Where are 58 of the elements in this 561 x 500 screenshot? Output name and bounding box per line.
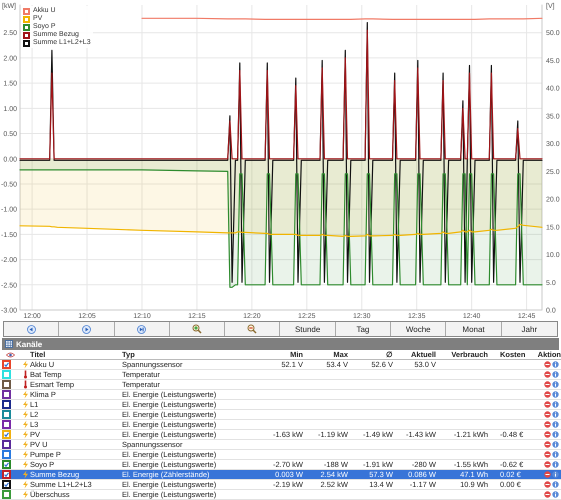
range-button[interactable]: Stunde	[280, 322, 336, 336]
checkbox[interactable]	[2, 440, 11, 449]
remove-icon[interactable]	[544, 441, 551, 448]
info-icon[interactable]	[552, 441, 559, 448]
info-icon[interactable]	[552, 371, 559, 378]
checkbox[interactable]	[2, 410, 11, 419]
checkbox[interactable]	[2, 480, 11, 489]
info-icon[interactable]	[552, 481, 559, 488]
forward-button[interactable]	[59, 322, 115, 336]
checkbox[interactable]	[2, 360, 11, 369]
info-icon[interactable]	[552, 431, 559, 438]
skip-end-icon	[137, 324, 146, 334]
info-icon[interactable]	[552, 391, 559, 398]
info-icon[interactable]	[552, 451, 559, 458]
lightning-icon	[22, 360, 28, 369]
table-icon	[5, 340, 13, 348]
remove-icon[interactable]	[544, 361, 551, 368]
panel-title: Kanäle	[16, 340, 42, 348]
remove-icon[interactable]	[544, 491, 551, 498]
checkbox[interactable]	[2, 400, 11, 409]
remove-icon[interactable]	[544, 481, 551, 488]
remove-icon[interactable]	[544, 451, 551, 458]
checkbox[interactable]	[2, 430, 11, 439]
info-icon[interactable]	[552, 491, 559, 498]
end-button[interactable]	[114, 322, 170, 336]
info-icon[interactable]	[552, 361, 559, 368]
remove-icon[interactable]	[544, 421, 551, 428]
zoom-out-button[interactable]	[225, 322, 280, 336]
remove-icon[interactable]	[544, 371, 551, 378]
range-button[interactable]: Woche	[391, 322, 446, 336]
range-button[interactable]: Monat	[446, 322, 502, 336]
range-button[interactable]: Jahr	[502, 322, 557, 336]
checkbox[interactable]	[2, 420, 11, 429]
remove-icon[interactable]	[544, 411, 551, 418]
zoom-in-icon	[192, 324, 202, 334]
info-icon[interactable]	[552, 471, 559, 478]
remove-icon[interactable]	[544, 381, 551, 388]
checkbox[interactable]	[2, 470, 11, 479]
eye-icon	[6, 352, 14, 358]
remove-icon[interactable]	[544, 391, 551, 398]
range-button[interactable]: Tag	[336, 322, 392, 336]
remove-icon[interactable]	[544, 471, 551, 478]
info-icon[interactable]	[552, 381, 559, 388]
info-icon[interactable]	[552, 421, 559, 428]
info-icon[interactable]	[552, 411, 559, 418]
remove-icon[interactable]	[544, 401, 551, 408]
checkbox[interactable]	[2, 460, 11, 469]
back-button[interactable]	[4, 322, 60, 336]
zoom-in-button[interactable]	[170, 322, 226, 336]
remove-icon[interactable]	[544, 431, 551, 438]
checkbox[interactable]	[2, 450, 11, 459]
checkbox[interactable]	[2, 490, 11, 499]
zoom-out-icon	[247, 324, 258, 334]
info-icon[interactable]	[552, 401, 559, 408]
info-icon[interactable]	[552, 461, 559, 468]
checkbox[interactable]	[2, 380, 11, 389]
remove-icon[interactable]	[544, 461, 551, 468]
checkbox[interactable]	[2, 390, 11, 399]
